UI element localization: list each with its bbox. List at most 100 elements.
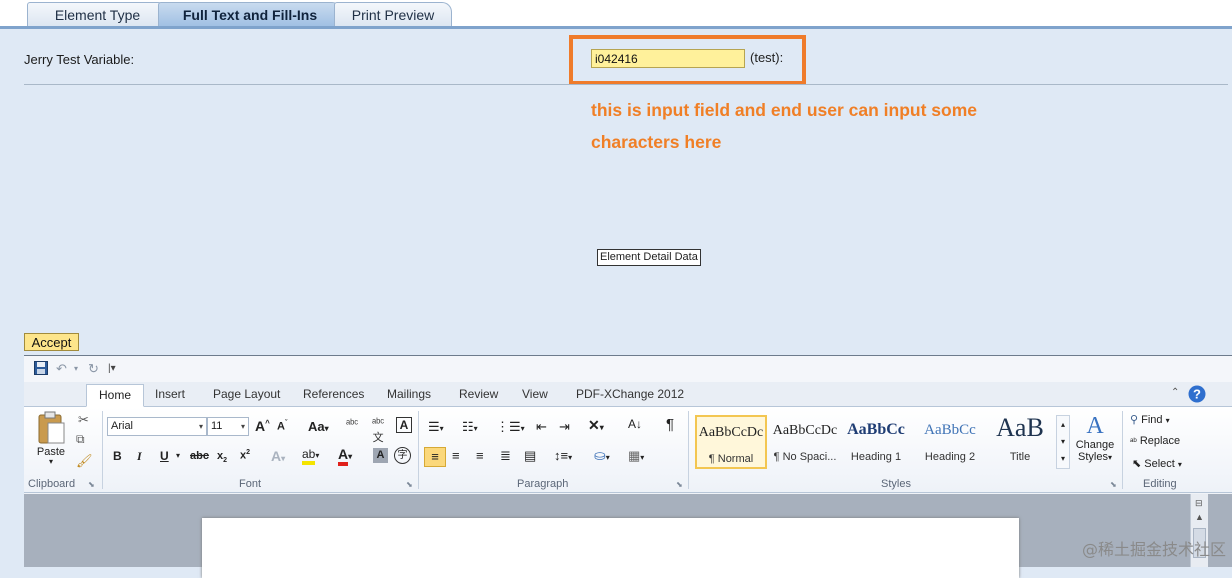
align-right-icon[interactable]: ≡ xyxy=(476,448,484,463)
bold-icon[interactable]: B xyxy=(113,449,122,463)
align-left-icon[interactable]: ≡ xyxy=(424,447,446,467)
ribbon-tab-references[interactable]: References xyxy=(303,387,364,401)
replace-button[interactable]: ᵃᵇ Replace xyxy=(1130,435,1180,447)
group-separator xyxy=(1122,411,1123,489)
ribbon-tab-review[interactable]: Review xyxy=(459,387,498,401)
character-shading-icon[interactable]: A xyxy=(373,448,388,463)
svg-text:?: ? xyxy=(1193,387,1201,402)
superscript-icon[interactable]: x2 xyxy=(240,449,250,462)
enclose-characters-icon[interactable]: 字 xyxy=(394,447,411,464)
style-no-spacing[interactable]: AaBbCcDc ¶ No Spaci... xyxy=(769,415,841,469)
clear-formatting-icon[interactable]: ᵃᵇᶜ xyxy=(346,418,358,430)
save-icon[interactable] xyxy=(34,361,48,377)
change-case-icon[interactable]: Aa▾ xyxy=(308,419,329,434)
annotation-line-2: characters here xyxy=(591,132,722,152)
text-effects-icon[interactable]: A▾ xyxy=(271,448,285,464)
font-size-combo[interactable]: 11 ▾ xyxy=(207,417,249,436)
copy-icon[interactable]: ⧉ xyxy=(76,432,85,447)
paste-dropdown-icon: ▾ xyxy=(48,457,53,466)
tab-print-preview[interactable]: Print Preview xyxy=(334,2,452,27)
underline-dropdown-icon[interactable]: ▾ xyxy=(176,451,180,460)
document-page[interactable] xyxy=(202,518,1019,578)
italic-icon[interactable]: I xyxy=(137,449,142,464)
find-label: Find xyxy=(1141,414,1163,426)
style-heading-1[interactable]: AaBbCc Heading 1 xyxy=(840,415,912,469)
replace-label: Replace xyxy=(1139,435,1181,447)
select-label: Select xyxy=(1144,458,1175,470)
test-suffix-label: (test): xyxy=(750,50,784,65)
format-painter-icon[interactable]: 🖌 xyxy=(76,453,93,469)
tab-full-text-and-fill-ins[interactable]: Full Text and Fill-Ins xyxy=(158,2,342,27)
distributed-icon[interactable]: ▤ xyxy=(524,448,536,464)
group-label-clipboard: Clipboard xyxy=(28,478,76,490)
style-title[interactable]: AaB Title xyxy=(984,413,1056,469)
ribbon-tab-bar: Home Insert Page Layout References Maili… xyxy=(24,382,1232,407)
ribbon-tab-home[interactable]: Home xyxy=(86,384,145,407)
line-spacing-icon[interactable]: ↕≡▾ xyxy=(554,448,572,463)
undo-icon[interactable]: ↶ xyxy=(56,361,67,377)
form-divider xyxy=(24,84,1228,85)
numbering-icon[interactable]: ☷▾ xyxy=(462,419,478,435)
asian-layout-icon[interactable]: ✕▾ xyxy=(588,417,604,434)
binoculars-icon: ⚲ xyxy=(1130,414,1139,426)
font-name-value: Arial xyxy=(111,420,134,432)
accept-button[interactable]: Accept xyxy=(24,333,79,351)
style-heading-2[interactable]: AaBbCc Heading 2 xyxy=(914,415,986,469)
style-sample-text: AaB xyxy=(996,413,1044,442)
character-border-icon[interactable]: A xyxy=(396,417,412,433)
strikethrough-icon[interactable]: abc xyxy=(190,450,209,462)
ruler-toggle-icon[interactable]: ⊟ xyxy=(1195,498,1203,509)
show-hide-marks-icon[interactable]: ¶ xyxy=(666,416,674,433)
align-center-icon[interactable]: ≡ xyxy=(452,448,460,463)
increase-indent-icon[interactable]: ⇥ xyxy=(559,419,570,435)
paragraph-launcher-icon[interactable]: ⬊ xyxy=(676,480,683,489)
group-label-paragraph: Paragraph xyxy=(517,478,569,490)
minimize-ribbon-icon[interactable]: ⌃ xyxy=(1171,387,1179,398)
cursor-icon: ⬉ xyxy=(1132,458,1142,470)
customize-toolbar-icon[interactable]: |▾ xyxy=(108,361,116,377)
style-sample-text: AaBbCcDc xyxy=(698,425,764,440)
ribbon-tab-mailings[interactable]: Mailings xyxy=(387,387,431,401)
sort-icon[interactable]: A↓ xyxy=(628,417,642,431)
chevron-down-icon: ▾ xyxy=(240,422,245,431)
subscript-icon[interactable]: x2 xyxy=(217,450,227,464)
undo-dropdown-icon[interactable]: ▾ xyxy=(74,361,78,377)
shrink-font-icon[interactable]: Aˇ xyxy=(277,420,287,433)
replace-icon: ᵃᵇ xyxy=(1130,436,1137,446)
change-styles-button[interactable]: A Change Styles▾ xyxy=(1072,413,1118,463)
highlight-color-icon[interactable]: ab▾ xyxy=(302,447,319,465)
style-normal[interactable]: AaBbCcDc ¶ Normal xyxy=(695,415,767,469)
ribbon-tab-pdf-xchange[interactable]: PDF-XChange 2012 xyxy=(576,387,684,401)
font-color-icon[interactable]: A▾ xyxy=(338,446,352,466)
tab-element-type[interactable]: Element Type xyxy=(27,2,168,27)
tab-bar-underline xyxy=(0,26,1232,29)
clipboard-launcher-icon[interactable]: ⬊ xyxy=(88,480,95,489)
phonetic-guide-icon[interactable]: ᵃᵇᶜ 文 xyxy=(372,417,384,445)
borders-icon[interactable]: ▦▾ xyxy=(628,448,644,464)
decrease-indent-icon[interactable]: ⇤ xyxy=(536,419,547,435)
grow-font-icon[interactable]: A^ xyxy=(255,418,270,434)
justify-icon[interactable]: ≣ xyxy=(500,448,511,464)
style-name-label: ¶ Normal xyxy=(708,453,754,465)
ribbon-tab-view[interactable]: View xyxy=(522,387,548,401)
multilevel-list-icon[interactable]: ⋮☰▾ xyxy=(496,419,525,435)
select-button[interactable]: ⬉ Select ▾ xyxy=(1132,457,1182,470)
scroll-up-icon[interactable]: ▲ xyxy=(1195,512,1204,522)
styles-gallery-scroll[interactable]: ▴ ▾ ▾ xyxy=(1056,415,1070,469)
variable-input[interactable] xyxy=(591,49,745,68)
ribbon-tab-page-layout[interactable]: Page Layout xyxy=(213,387,280,401)
help-icon[interactable]: ? xyxy=(1188,385,1206,406)
shading-icon[interactable]: ⛀▾ xyxy=(594,447,610,464)
ribbon-tab-insert[interactable]: Insert xyxy=(155,387,185,401)
redo-icon[interactable]: ↻ xyxy=(88,361,99,377)
document-canvas xyxy=(24,494,1232,578)
font-name-combo[interactable]: Arial ▾ xyxy=(107,417,207,436)
cut-icon[interactable]: ✂ xyxy=(78,412,89,428)
find-button[interactable]: ⚲ Find ▾ xyxy=(1130,413,1170,426)
paste-button[interactable]: Paste ▾ xyxy=(34,411,68,466)
bullets-icon[interactable]: ☰▾ xyxy=(428,419,444,435)
underline-icon[interactable]: U xyxy=(160,449,169,463)
styles-launcher-icon[interactable]: ⬊ xyxy=(1110,480,1117,489)
font-launcher-icon[interactable]: ⬊ xyxy=(406,480,413,489)
font-size-value: 11 xyxy=(211,420,223,432)
